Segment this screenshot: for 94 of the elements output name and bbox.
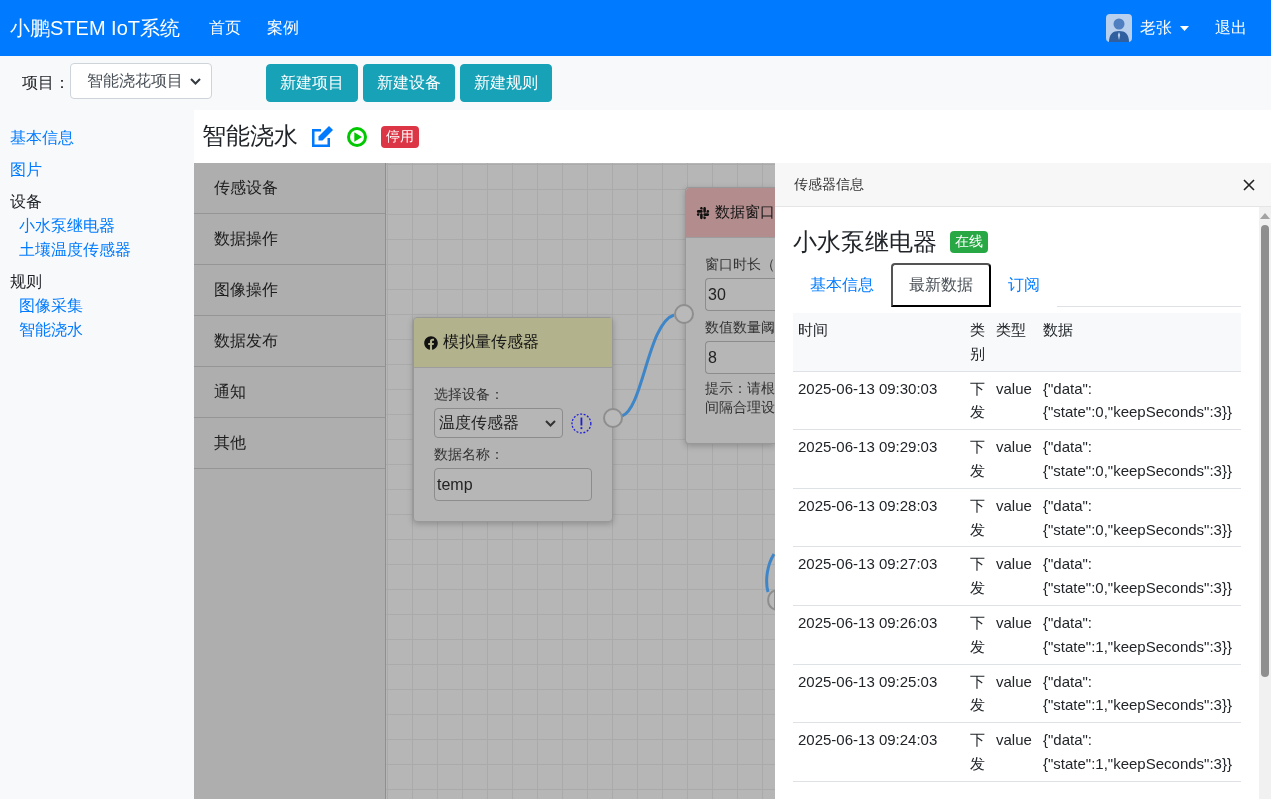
new-button[interactable]: 新建项目 — [266, 64, 358, 102]
palette-item[interactable]: 传感设备 — [194, 163, 385, 214]
pinwheel-icon — [696, 205, 710, 220]
brand-title[interactable]: 小鹏STEM IoT系统 — [10, 14, 180, 42]
connector-line — [765, 553, 775, 593]
chevron-icon — [545, 419, 557, 427]
column-header: 类型 — [991, 313, 1038, 372]
table-cell: value — [991, 371, 1038, 430]
table-cell: 2025-06-13 09:24:03 — [793, 722, 965, 782]
sidebar-link[interactable]: 智能浇水 — [19, 318, 83, 342]
panel-tab[interactable]: 最新数据 — [891, 263, 991, 307]
table-cell: value — [991, 546, 1038, 606]
device-select[interactable]: 温度传感器 — [434, 408, 564, 438]
status-badge: 停用 — [381, 125, 419, 148]
table-cell: 下发 — [965, 664, 991, 723]
column-header: 数据 — [1038, 313, 1241, 372]
palette-item[interactable]: 其他 — [194, 418, 385, 469]
project-label: 项目： — [22, 72, 70, 93]
sidebar-link[interactable]: 图片 — [10, 158, 42, 182]
column-header: 类别 — [965, 313, 991, 372]
hint-text: 间隔合理设 — [705, 398, 775, 417]
status-badge: 在线 — [950, 231, 988, 253]
palette-item[interactable]: 通知 — [194, 367, 385, 418]
node-title: 模拟量传感器 — [443, 332, 539, 352]
input-field[interactable]: 8 — [705, 341, 775, 374]
caret-icon — [1180, 25, 1189, 31]
table-cell: 2025-06-13 09:25:03 — [793, 664, 965, 723]
table-cell: 下发 — [965, 546, 991, 606]
flow-node[interactable]: 数据窗口 窗口时长（ 30 数值数量阈 8 提示：请根 间隔合理设 — [685, 187, 775, 444]
table-cell: value — [991, 605, 1038, 665]
nav-link[interactable]: 案例 — [254, 17, 312, 39]
scroll-up-icon[interactable] — [1260, 213, 1270, 219]
play-icon — [347, 126, 367, 147]
scrollbar-thumb[interactable] — [1261, 225, 1269, 677]
sidebar-link[interactable]: 图像采集 — [19, 294, 83, 318]
table-cell: value — [991, 722, 1038, 782]
user-menu-button[interactable]: 老张 — [1106, 14, 1189, 42]
table-cell: {"data":{"state":1,"keepSeconds":3}} — [1038, 722, 1241, 782]
rule-title: 智能浇水 — [202, 122, 298, 151]
table-cell: value — [991, 429, 1038, 489]
table-cell: 下发 — [965, 722, 991, 782]
table-cell: {"data":{"state":0,"keepSeconds":3}} — [1038, 488, 1241, 547]
input-field[interactable]: temp — [434, 468, 592, 501]
table-cell: {"data":{"state":0,"keepSeconds":3}} — [1038, 546, 1241, 606]
new-button[interactable]: 新建规则 — [460, 64, 552, 102]
panel-title: 传感器信息 — [794, 175, 864, 194]
flow-node[interactable]: 模拟量传感器 选择设备： 温度传感器 数据名称： temp — [413, 317, 613, 522]
table-cell: {"data":{"state":1,"keepSeconds":3}} — [1038, 664, 1241, 723]
table-cell: 2025-06-13 09:27:03 — [793, 546, 965, 606]
close-icon — [1243, 178, 1255, 191]
table-cell: {"data":{"state":1,"keepSeconds":3}} — [1038, 605, 1241, 665]
table-cell: {"data":{"state":0,"keepSeconds":3}} — [1038, 371, 1241, 430]
scrollbar[interactable] — [1259, 207, 1271, 799]
table-cell: value — [991, 664, 1038, 723]
field-label: 窗口时长（ — [705, 255, 775, 274]
table-cell: 下发 — [965, 429, 991, 489]
run-button[interactable] — [347, 126, 367, 147]
sidebar-heading: 规则 — [10, 272, 42, 292]
edit-icon — [312, 126, 333, 147]
table-cell: 2025-06-13 09:29:03 — [793, 429, 965, 489]
sidebar-heading: 设备 — [10, 192, 42, 212]
table-cell: {"data":{"state":0,"keepSeconds":3}} — [1038, 429, 1241, 489]
input-field[interactable]: 30 — [705, 278, 775, 311]
table-cell: value — [991, 488, 1038, 547]
edit-button[interactable] — [312, 126, 333, 147]
device-name: 小水泵继电器 — [793, 227, 937, 257]
avatar-icon — [1106, 14, 1132, 42]
sidebar-link[interactable]: 土壤温度传感器 — [19, 238, 131, 262]
table-cell: 2025-06-13 09:30:03 — [793, 371, 965, 430]
port-circle[interactable] — [603, 408, 623, 428]
sidebar-link[interactable]: 小水泵继电器 — [19, 214, 115, 238]
table-cell: 下发 — [965, 371, 991, 430]
palette-item[interactable]: 图像操作 — [194, 265, 385, 316]
palette-item[interactable]: 数据发布 — [194, 316, 385, 367]
field-label: 数据名称： — [434, 445, 504, 464]
field-label: 数值数量阈 — [705, 318, 775, 337]
table-cell: 2025-06-13 09:28:03 — [793, 488, 965, 547]
table-cell: 下发 — [965, 605, 991, 665]
column-header: 时间 — [793, 313, 965, 372]
chevron-icon — [190, 77, 201, 85]
sidebar-link[interactable]: 基本信息 — [10, 126, 74, 150]
table-cell: 2025-06-13 09:26:03 — [793, 605, 965, 665]
port-circle[interactable] — [674, 304, 694, 324]
node-title: 数据窗口 — [715, 203, 775, 222]
logout-link[interactable]: 退出 — [1215, 17, 1247, 39]
hint-text: 提示：请根 — [705, 379, 775, 398]
table-cell: 下发 — [965, 488, 991, 547]
nav-link[interactable]: 首页 — [196, 17, 254, 39]
field-label: 选择设备： — [434, 385, 504, 404]
new-button[interactable]: 新建设备 — [363, 64, 455, 102]
palette-item[interactable]: 数据操作 — [194, 214, 385, 265]
project-select[interactable]: 智能浇花项目 — [70, 63, 212, 99]
round-logo-icon — [424, 335, 438, 350]
close-button[interactable] — [1243, 178, 1255, 191]
